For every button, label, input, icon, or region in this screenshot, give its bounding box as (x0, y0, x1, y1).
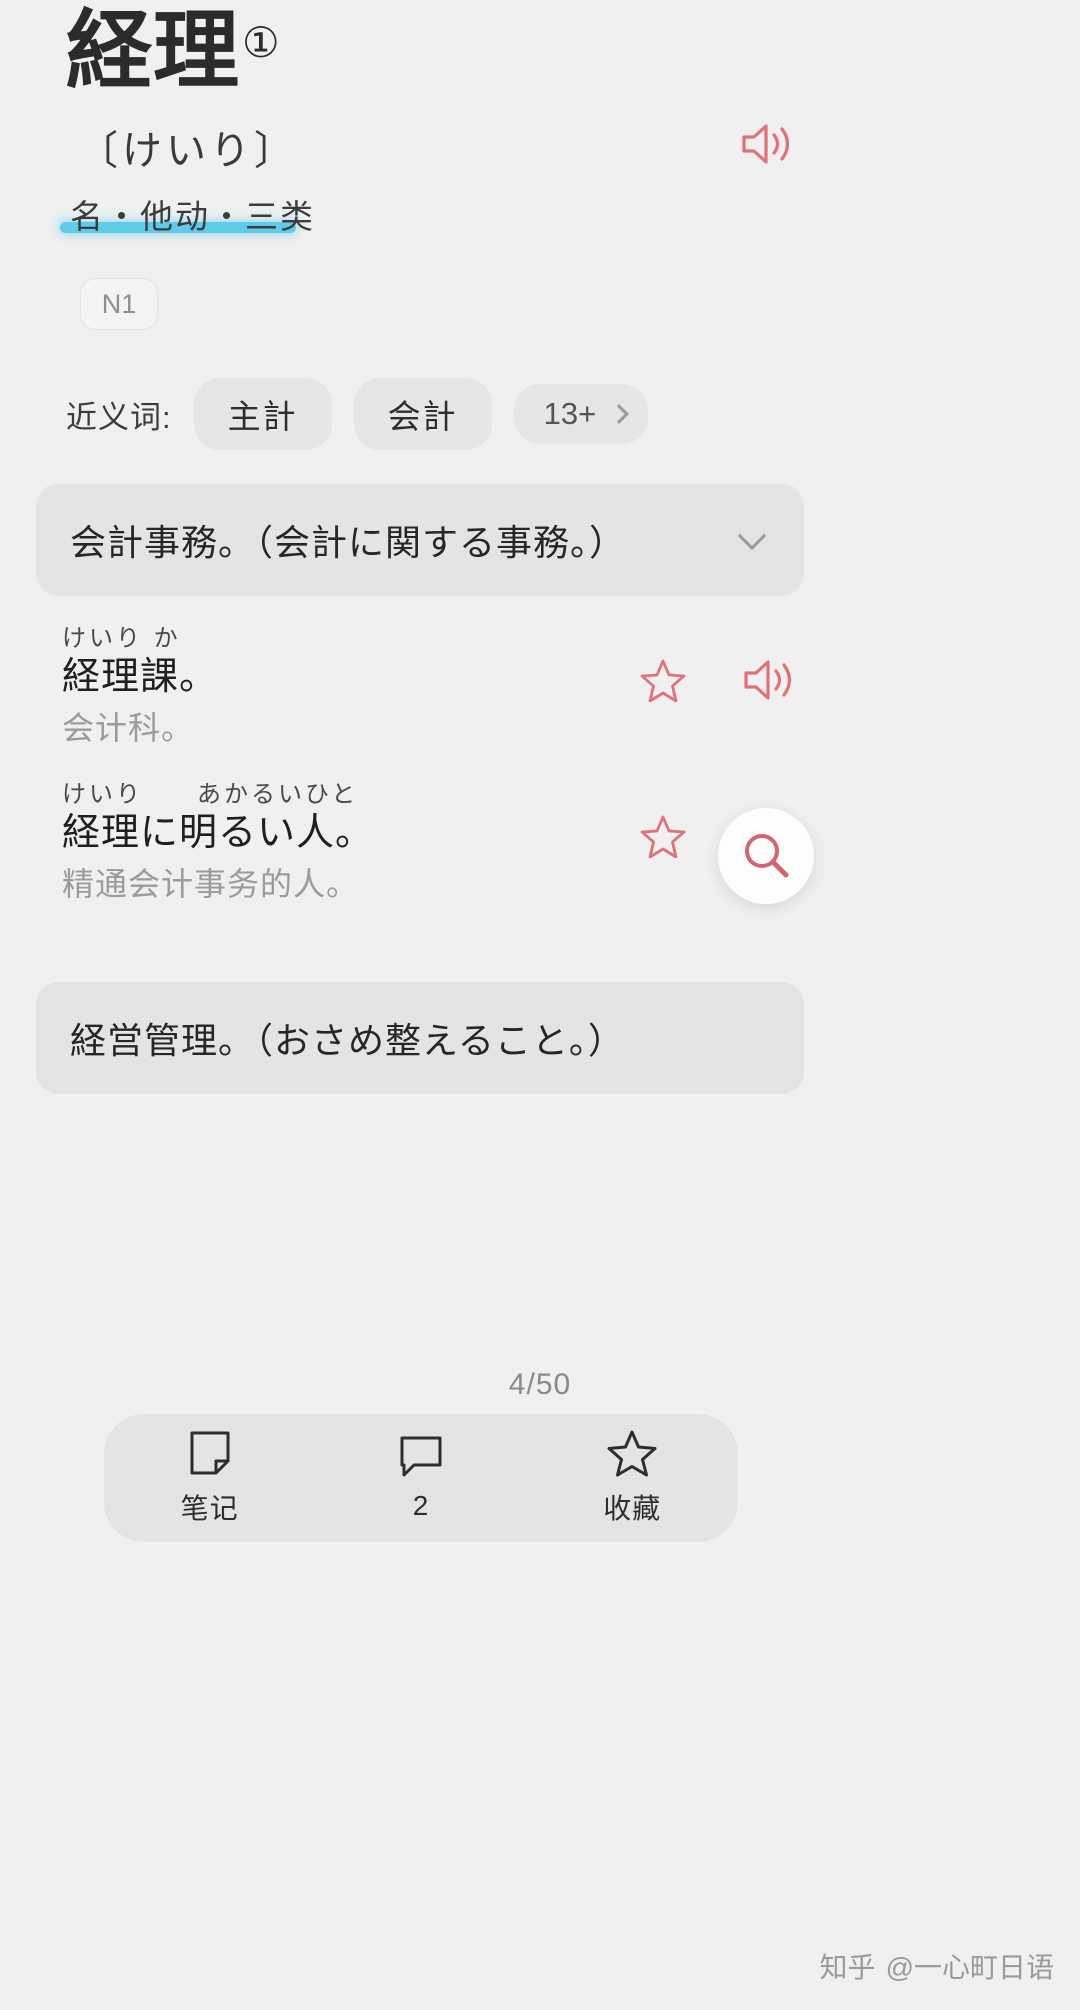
bottom-navigation-bar: 笔记 2 收藏 (104, 1414, 738, 1542)
synonym-pill-2[interactable]: 会計 (353, 378, 492, 450)
star-icon (607, 1430, 657, 1477)
headword-text: 経理 (66, 3, 240, 99)
definition-text-1: 会計事務。（会計に関する事務。） (70, 523, 627, 564)
bottom-item-notes-label: 笔记 (180, 1493, 239, 1524)
headword-audio-button[interactable] (738, 118, 794, 170)
bottom-item-comments[interactable]: 2 (331, 1434, 511, 1522)
note-icon (190, 1431, 230, 1475)
definition-card-2[interactable]: 経営管理。（おさめ整えること。） (36, 982, 804, 1094)
reading-text: 〔けいり〕 (78, 128, 298, 174)
sense-number: ① (242, 18, 280, 67)
example-1-audio-button[interactable] (740, 654, 796, 711)
watermark-site: 知乎 (819, 1952, 876, 1983)
bottom-item-favorites-label: 收藏 (603, 1493, 662, 1524)
chevron-right-icon (609, 404, 630, 424)
jlpt-level-badge: N1 (80, 278, 158, 330)
example-2-favorite-button[interactable] (640, 814, 686, 863)
synonyms-row: 近义词: 主計 会計 13+ (66, 378, 649, 450)
synonyms-label: 近义词: (66, 399, 172, 435)
floating-search-button[interactable] (718, 808, 814, 904)
comment-icon (400, 1436, 442, 1477)
example-1-favorite-button[interactable] (640, 658, 686, 707)
example-1-furigana: けいり か (62, 624, 181, 652)
dictionary-entry-screen: 経理 ① 〔けいり〕 名・他动・三类 N1 近义词: 主計 会計 13+ 会計事… (0, 0, 1080, 2010)
page-counter: 4/50 (508, 1368, 572, 1401)
example-1-actions (640, 654, 796, 711)
star-icon (640, 815, 686, 859)
bottom-item-favorites[interactable]: 收藏 (542, 1429, 722, 1527)
definition-text-2: 経営管理。（おさめ整えること。） (70, 1021, 625, 1062)
watermark: 知乎 @一心町日语 (820, 1946, 1054, 1986)
bottom-item-comments-count: 2 (412, 1490, 430, 1521)
synonyms-more-count: 13+ (543, 396, 597, 431)
chevron-down-icon[interactable] (737, 521, 767, 551)
search-icon (745, 834, 789, 878)
bottom-item-notes[interactable]: 笔记 (120, 1429, 300, 1527)
speaker-icon (744, 660, 792, 700)
synonyms-more-button[interactable]: 13+ (513, 384, 649, 444)
synonym-pill-1[interactable]: 主計 (193, 378, 332, 450)
speaker-icon (742, 124, 790, 164)
example-2-furigana: けいり あかるいひと (62, 780, 359, 808)
part-of-speech: 名・他动・三类 (70, 198, 315, 235)
headword-row: 経理 ① (66, 8, 280, 94)
watermark-account: @一心町日语 (885, 1952, 1054, 1983)
star-icon (640, 659, 686, 703)
definition-card-1[interactable]: 会計事務。（会計に関する事務。） (36, 484, 804, 596)
